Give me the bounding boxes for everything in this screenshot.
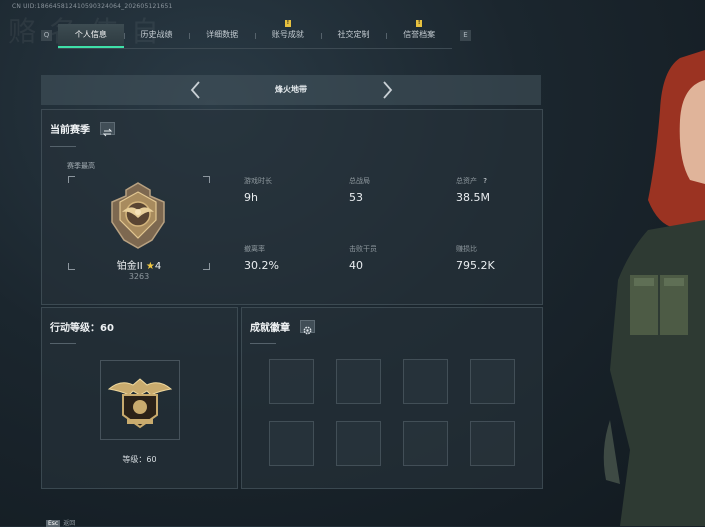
title-underline: [50, 146, 76, 147]
badge-slot[interactable]: [336, 421, 381, 466]
stat-label-text: 总资产: [456, 177, 477, 185]
star-icon: ★: [145, 261, 155, 272]
stat-value-profit-ratio: 795.2K: [456, 259, 495, 272]
stat-value-total-assets: 38.5M: [456, 191, 490, 204]
frame-corner: [68, 263, 75, 270]
help-icon[interactable]: ?: [483, 177, 487, 185]
frame-corner: [203, 263, 210, 270]
tab-label: 信誉档案: [403, 30, 436, 39]
badge-slot[interactable]: [403, 359, 448, 404]
rank-name-row: 铂金II ★4: [108, 257, 170, 272]
stat-label-kills: 击败干员: [349, 245, 377, 253]
top-tab-bar: Q 个人信息 历史战绩 详细数据 账号成就! 社交定制 信誉档案! E: [38, 20, 474, 49]
stat-value-total-matches: 53: [349, 191, 363, 204]
tab-4[interactable]: 社交定制: [320, 24, 387, 48]
character-portrait: [603, 50, 705, 526]
rank-emblem-icon: [111, 182, 165, 249]
stat-label-extraction-rate: 撤离率: [244, 245, 265, 253]
badge-slot[interactable]: [269, 421, 314, 466]
level-emblem-icon: [107, 378, 173, 429]
stat-value-kills: 40: [349, 259, 363, 272]
badge-slot[interactable]: [269, 359, 314, 404]
tab-label: 社交定制: [337, 30, 370, 39]
badges-title: 成就徽章: [250, 323, 290, 334]
chevron-right-icon[interactable]: [378, 79, 396, 101]
stat-label-total-assets: 总资产 ?: [456, 176, 487, 186]
rank-star-count: 4: [154, 261, 162, 272]
mode-selector: 烽火地带: [41, 75, 541, 105]
stat-value-extraction-rate: 30.2%: [244, 259, 279, 272]
tab-prev-key-hint[interactable]: Q: [41, 30, 52, 41]
stat-value-playtime: 9h: [244, 191, 258, 204]
uid-label: CN UID:18664581241059032406​4_2026051216…: [12, 3, 173, 10]
title-underline: [50, 343, 76, 344]
tab-label: 详细数据: [206, 30, 239, 39]
mode-title: 烽火地带: [275, 85, 307, 94]
badge-slot[interactable]: [336, 359, 381, 404]
frame-corner: [203, 176, 210, 183]
stat-label-profit-ratio: 赚损比: [456, 245, 477, 253]
tab-5[interactable]: 信誉档案!: [386, 20, 452, 48]
tab-alert-badge: !: [284, 20, 291, 27]
level-title-value: 60: [100, 323, 114, 334]
frame-corner: [68, 176, 75, 183]
level-emblem-frame: [100, 360, 180, 440]
tab-label: 历史战绩: [140, 30, 173, 39]
action-level-panel: 行动等级：60 等级：60: [41, 307, 238, 489]
season-peak-label: 赛季最高: [67, 162, 95, 170]
stat-label-total-matches: 总战局: [349, 177, 370, 185]
season-title: 当前赛季: [50, 125, 90, 136]
current-season-panel: 当前赛季 赛季最高 铂金II ★4 3263 游戏时长 9h 总战局 53 总资…: [41, 109, 543, 305]
level-title: 行动等级：60: [50, 319, 114, 334]
title-underline: [250, 343, 276, 344]
level-title-prefix: 行动等级：: [50, 323, 100, 334]
rank-name: 铂金II: [116, 261, 143, 272]
rank-score: 3263: [128, 272, 150, 281]
tab-1[interactable]: 历史战绩: [123, 24, 190, 48]
badge-slot[interactable]: [470, 421, 515, 466]
tab-0[interactable]: 个人信息: [58, 24, 124, 48]
badge-settings-button[interactable]: [300, 320, 315, 335]
tab-alert-badge: !: [416, 20, 423, 27]
tab-list: 个人信息 历史战绩 详细数据 账号成就! 社交定制 信誉档案!: [58, 20, 452, 49]
level-label: 等级：60: [122, 455, 157, 464]
tab-label: 个人信息: [74, 30, 107, 39]
badge-slot[interactable]: [403, 421, 448, 466]
stat-label-playtime: 游戏时长: [244, 177, 272, 185]
tab-3[interactable]: 账号成就!: [255, 20, 321, 48]
badge-slot[interactable]: [470, 359, 515, 404]
achievement-badges-panel: 成就徽章: [241, 307, 543, 489]
tab-2[interactable]: 详细数据: [189, 24, 255, 48]
tab-next-key-hint[interactable]: E: [460, 30, 471, 41]
swap-icon: [102, 128, 113, 137]
tab-label: 账号成就: [271, 30, 304, 39]
gear-icon: [303, 326, 312, 335]
switch-season-button[interactable]: [100, 122, 115, 137]
